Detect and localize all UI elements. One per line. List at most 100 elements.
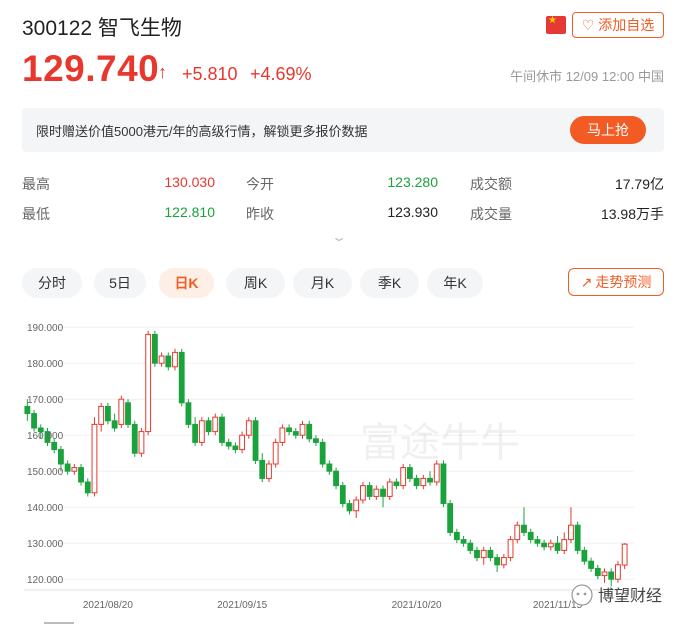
candle-body — [339, 485, 346, 505]
candle-body — [279, 427, 286, 443]
truncated-footer-divider — [44, 622, 74, 624]
y-tick-label: 130.000 — [27, 539, 64, 550]
price-change-percent: +4.69% — [250, 64, 312, 84]
candle-body — [104, 405, 111, 422]
candle-body — [306, 423, 313, 440]
candle-body — [252, 420, 259, 461]
candle-body — [313, 438, 319, 443]
candle-body — [467, 542, 474, 551]
candle-body — [440, 463, 447, 505]
candle-body — [158, 355, 165, 364]
quote-row: 129.740 ↑ +5.810 +4.69% 午间休市 12/09 12:00… — [22, 48, 664, 90]
candle-body — [125, 402, 131, 425]
prev-close-value: 123.930 — [387, 204, 438, 220]
tab-daily-k[interactable]: 日K — [159, 268, 214, 298]
candle-body — [185, 402, 192, 425]
tab-quarterly-k[interactable]: 季K — [360, 268, 419, 298]
candle-body — [24, 405, 31, 415]
candle-body — [78, 467, 84, 483]
candle-body — [346, 503, 353, 512]
stats-row-2: 最低 122.810 昨收 123.930 成交量 13.98万手 — [22, 202, 664, 232]
candles-layer — [24, 330, 628, 587]
candle-body — [138, 431, 145, 454]
candle-body — [480, 549, 487, 559]
candle-body — [198, 420, 205, 443]
candle-body — [111, 420, 118, 429]
candle-body — [568, 524, 574, 541]
candle-body — [527, 531, 534, 541]
last-price: 129.740 — [22, 48, 160, 89]
expand-chevron-icon[interactable]: ⌄ — [331, 230, 347, 244]
promo-grab-button[interactable]: 马上抢 — [570, 116, 646, 144]
candle-body — [621, 543, 628, 566]
tab-weekly-k[interactable]: 周K — [226, 268, 285, 298]
y-tick-label: 160.000 — [27, 431, 64, 442]
arrow-up-icon: ↑ — [158, 62, 167, 82]
candle-body — [427, 477, 433, 483]
tab-monthly-k[interactable]: 月K — [293, 268, 352, 298]
stats-row-1: 最高 130.030 今开 123.280 成交额 17.79亿 — [22, 172, 664, 202]
trend-forecast-button[interactable]: ↗ 走势预测 — [568, 268, 664, 296]
candle-body — [239, 434, 246, 451]
candle-body — [353, 499, 360, 512]
candle-body — [460, 539, 467, 544]
candle-body — [84, 481, 91, 494]
candle-body — [447, 503, 454, 533]
chart-grid — [24, 326, 634, 591]
candle-body — [192, 423, 199, 443]
candle-body — [245, 420, 252, 436]
volume-value: 13.98万手 — [600, 206, 664, 222]
low-label: 最低 — [22, 206, 50, 222]
candle-body — [534, 539, 541, 544]
candle-body — [514, 524, 521, 541]
candle-body — [393, 481, 400, 487]
candle-body — [500, 557, 507, 566]
stock-title: 300122 智飞生物 — [22, 17, 182, 40]
candlestick-chart[interactable]: 富途牛牛 190.000 180.000 170.000 160.000 150.000… — [0, 308, 689, 626]
candle-body — [145, 333, 152, 433]
tab-yearly-k[interactable]: 年K — [427, 268, 483, 298]
candle-body — [359, 485, 366, 501]
candle-body — [373, 488, 380, 497]
candle-body — [319, 441, 326, 465]
candle-body — [561, 539, 568, 551]
open-value: 123.280 — [387, 174, 438, 190]
candle-body — [588, 560, 595, 569]
candle-body — [212, 416, 219, 433]
candle-body — [91, 423, 98, 494]
y-tick-label: 190.000 — [27, 323, 64, 334]
add-watchlist-label: 添加自选 — [598, 17, 655, 33]
prev-close-label: 昨收 — [246, 206, 274, 222]
heart-icon: ♡ — [581, 16, 595, 33]
y-tick-label: 120.000 — [27, 575, 64, 586]
candle-body — [299, 423, 306, 436]
candle-body — [400, 467, 407, 487]
candle-body — [292, 431, 299, 436]
candle-body — [118, 398, 125, 425]
add-watchlist-button[interactable]: ♡ 添加自选 — [572, 12, 664, 38]
tab-intraday[interactable]: 分时 — [22, 268, 82, 298]
candle-body — [487, 549, 494, 559]
candle-body — [494, 557, 501, 566]
china-flag-icon: ★ — [546, 15, 566, 34]
candle-body — [266, 463, 272, 479]
tab-5-day[interactable]: 5日 — [94, 268, 146, 298]
y-tick-label: 170.000 — [27, 395, 64, 406]
candle-body — [31, 413, 37, 429]
open-label: 今开 — [246, 176, 274, 192]
candle-body — [172, 351, 178, 368]
candle-body — [326, 463, 333, 472]
trend-icon: ↗ — [580, 273, 593, 290]
wechat-account-label: 博望财经 — [598, 587, 662, 605]
candle-body — [406, 467, 413, 479]
candle-body — [608, 571, 615, 580]
trend-forecast-label: 走势预测 — [595, 274, 652, 290]
candle-body — [601, 571, 608, 577]
candle-body — [541, 542, 548, 548]
header: 300122 智飞生物 ★ ♡ 添加自选 — [22, 10, 664, 42]
x-tick-label: 2021/10/20 — [392, 600, 442, 611]
wechat-badge: 博望财经 — [571, 584, 662, 606]
y-tick-label: 150.000 — [27, 467, 64, 478]
candle-body — [386, 481, 393, 497]
high-value: 130.030 — [164, 174, 215, 190]
